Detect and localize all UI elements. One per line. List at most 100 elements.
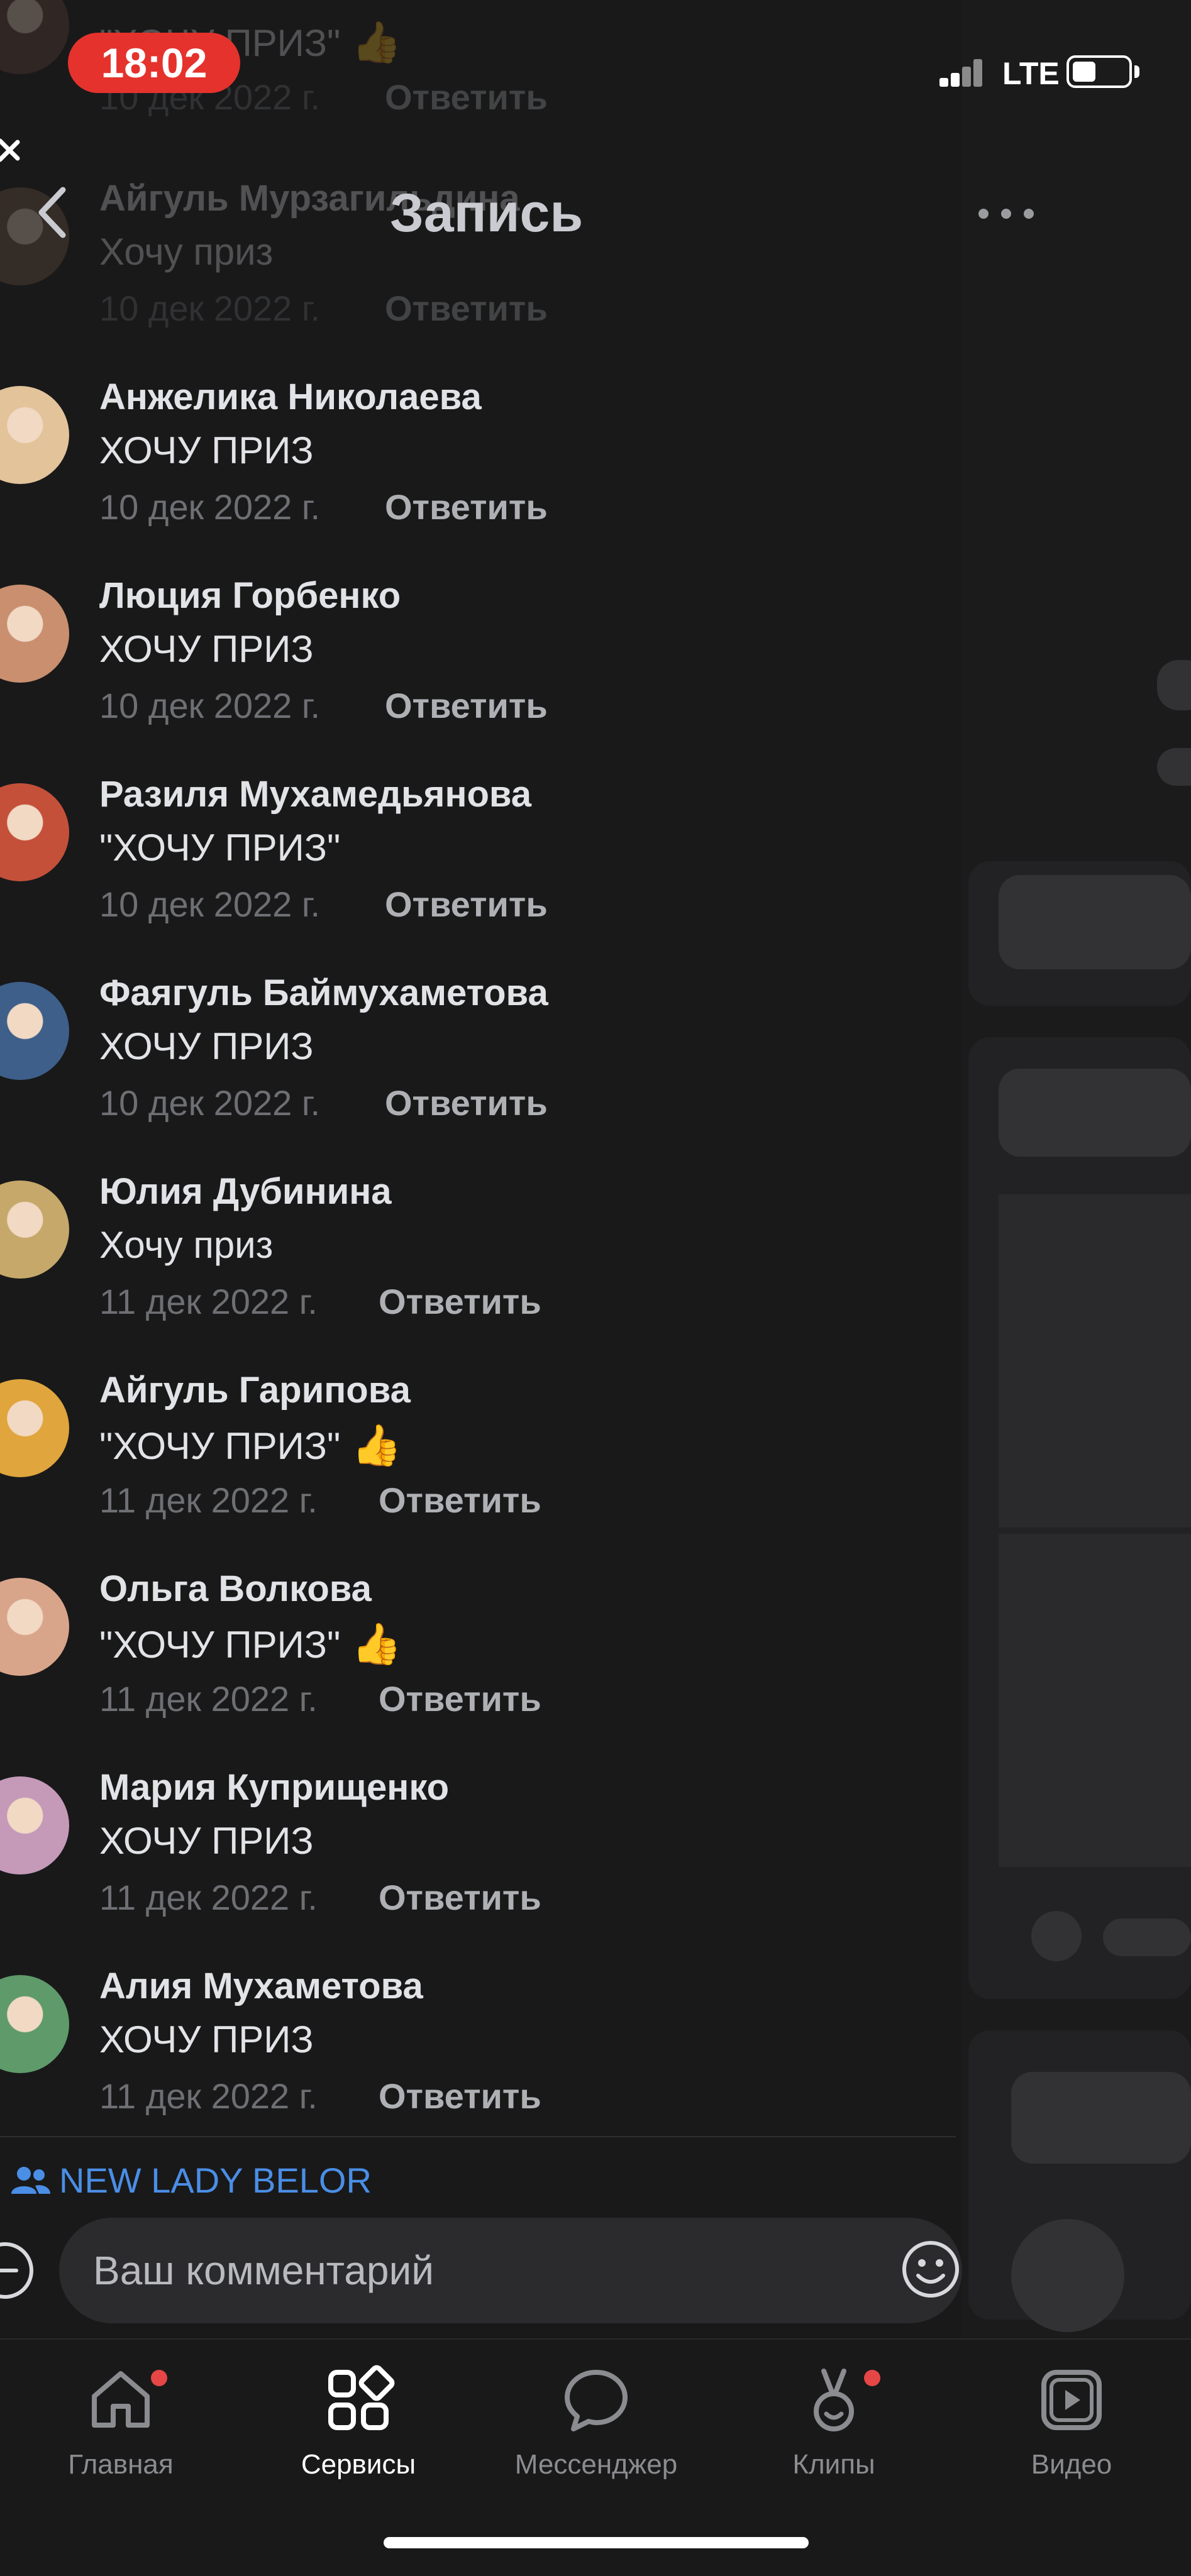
notification-badge [151,2370,167,2386]
comment-date: 10 дек 2022 г. [99,487,321,527]
comment-text: ХОЧУ ПРИЗ [99,627,314,671]
comment-text: "ХОЧУ ПРИЗ" 👍 [99,1621,402,1668]
comment-date: 11 дек 2022 г. [99,1878,318,1917]
avatar[interactable] [0,0,69,74]
tab-video[interactable]: Видео [983,2362,1160,2480]
comment-text-value: ХОЧУ ПРИЗ [99,628,314,670]
reply-button[interactable]: Ответить [379,1877,541,1918]
more-options-icon[interactable] [976,201,1039,226]
comment-author[interactable]: Айгуль Гарипова [99,1369,411,1411]
tab-label: Видео [1031,2449,1112,2480]
comment-author[interactable]: Ольга Волкова [99,1568,372,1610]
avatar[interactable] [0,1379,69,1477]
thumbs-up-emoji: 👍 [352,1423,402,1468]
video-icon [1041,2370,1102,2430]
tab-clips[interactable]: Клипы [746,2362,922,2480]
comment-text-value: Хочу приз [99,231,274,273]
comment-author[interactable]: Наталья Плохова [99,0,415,8]
comment-author[interactable]: Разиля Мухамедьянова [99,773,531,815]
tab-messenger[interactable]: Мессенджер [508,2362,684,2480]
comment-text-value: ХОЧУ ПРИЗ [99,1025,314,1067]
reply-button[interactable]: Ответить [385,1082,548,1123]
tab-label: Сервисы [301,2449,416,2480]
avatar[interactable] [0,1181,69,1279]
comment-date: 11 дек 2022 г. [99,1282,318,1321]
avatar[interactable] [0,585,69,683]
comment-author[interactable]: Юлия Дубинина [99,1170,392,1213]
reply-button[interactable]: Ответить [385,884,548,925]
comment-item: Люция Горбенко ХОЧУ ПРИЗ 10 дек 2022 г. … [0,575,962,773]
comment-text-value: "ХОЧУ ПРИЗ" [99,1624,341,1666]
comment-date: 11 дек 2022 г. [99,2076,318,2116]
people-icon [11,2166,50,2194]
avatar[interactable] [0,982,69,1080]
avatar[interactable] [0,386,69,484]
comment-author[interactable]: Анжелика Николаева [99,376,482,418]
comment-item: Анжелика Николаева ХОЧУ ПРИЗ 10 дек 2022… [0,376,962,575]
emoji-smile-icon[interactable] [899,2238,962,2301]
comment-item: Айгуль Гарипова "ХОЧУ ПРИЗ" 👍 11 дек 2022… [0,1369,962,1568]
tab-label: Мессенджер [514,2449,678,2480]
comment-text: ХОЧУ ПРИЗ [99,2018,314,2061]
comment-date: 10 дек 2022 г. [99,884,321,924]
notification-badge [864,2370,880,2386]
reply-button[interactable]: Ответить [379,1678,541,1719]
avatar[interactable] [0,1975,69,2073]
close-icon[interactable] [0,133,25,184]
comment-text: ХОЧУ ПРИЗ [99,1819,314,1863]
comment-item: Ольга Волкова "ХОЧУ ПРИЗ" 👍 11 дек 2022 г… [0,1568,962,1766]
comment-item: Разиля Мухамедьянова "ХОЧУ ПРИЗ" 10 дек … [0,773,962,972]
community-link[interactable]: NEW LADY BELOR [10,2160,372,2201]
comment-item: Мария Куприщенко ХОЧУ ПРИЗ 11 дек 2022 г… [0,1766,962,1965]
comment-date: 11 дек 2022 г. [99,1480,318,1520]
avatar[interactable] [0,783,69,881]
add-attachment-icon[interactable] [0,2240,35,2301]
comment-author[interactable]: Фаягуль Баймухаметова [99,972,548,1014]
comment-item: Алия Мухаметова ХОЧУ ПРИЗ 11 дек 2022 г.… [0,1965,962,2164]
comment-text-value: "ХОЧУ ПРИЗ" [99,1425,341,1467]
divider [0,2136,956,2137]
tab-services[interactable]: Сервисы [270,2362,446,2480]
comment-item: Юлия Дубинина Хочу приз 11 дек 2022 г. О… [0,1170,962,1369]
comment-date: 10 дек 2022 г. [99,686,321,725]
reply-button[interactable]: Ответить [379,1281,541,1322]
tab-home[interactable]: Главная [33,2362,209,2480]
home-indicator [384,2537,809,2548]
comment-text: "ХОЧУ ПРИЗ" [99,826,340,869]
back-chevron-icon[interactable] [31,181,75,244]
comment-item: Фаягуль Баймухаметова ХОЧУ ПРИЗ 10 дек 2… [0,972,962,1170]
services-icon [328,2365,395,2430]
reply-button[interactable]: Ответить [385,288,548,329]
tab-label: Главная [68,2449,174,2480]
page-title: Запись [390,183,584,243]
thumbs-up-emoji: 👍 [352,19,402,65]
comment-author[interactable]: Люция Горбенко [99,575,401,617]
avatar[interactable] [0,1578,69,1676]
comment-text-value: ХОЧУ ПРИЗ [99,429,314,471]
comment-text: "ХОЧУ ПРИЗ" 👍 [99,1422,402,1469]
reply-button[interactable]: Ответить [379,1480,541,1521]
comment-author[interactable]: Алия Мухаметова [99,1965,423,2007]
status-time: 18:02 [68,33,240,93]
reply-button[interactable]: Ответить [379,2076,541,2116]
comment-input[interactable] [59,2218,962,2323]
background-feed-panel [962,0,1191,2575]
comment-text-value: ХОЧУ ПРИЗ [99,2018,314,2061]
clips-icon [814,2369,854,2431]
community-name: NEW LADY BELOR [59,2160,372,2200]
comment-text-value: ХОЧУ ПРИЗ [99,1820,314,1862]
comment-date: 10 дек 2022 г. [99,289,321,328]
comment-date: 11 дек 2022 г. [99,1679,318,1719]
post-comments-sheet: Наталья Плохова "ХОЧУ ПРИЗ" 👍 10 дек 2022… [0,0,962,2338]
reply-button[interactable]: Ответить [385,77,548,118]
comment-text-value: Хочу приз [99,1224,274,1266]
messenger-icon [565,2370,628,2431]
tab-label: Клипы [792,2449,875,2480]
comment-author[interactable]: Мария Куприщенко [99,1766,449,1808]
reply-button[interactable]: Ответить [385,685,548,726]
comment-text: ХОЧУ ПРИЗ [99,429,314,472]
reply-button[interactable]: Ответить [385,487,548,527]
comment-text: Хочу приз [99,1223,273,1267]
comment-text: Хочу приз [99,230,273,273]
avatar[interactable] [0,1776,69,1874]
